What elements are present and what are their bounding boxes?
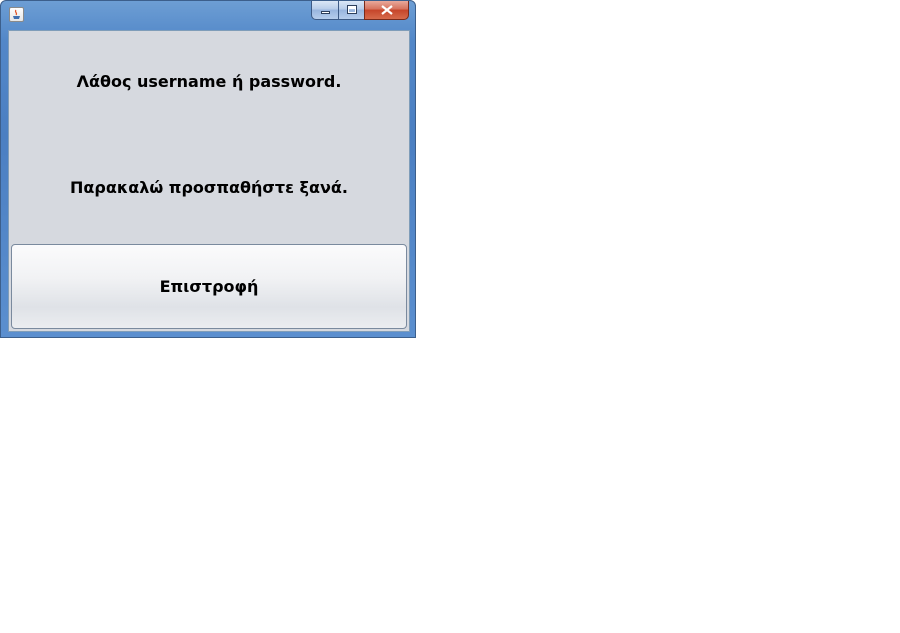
dialog-content: Λάθος username ή password. Παρακαλώ προσ…	[8, 30, 410, 332]
back-button[interactable]: Επιστροφή	[11, 244, 407, 329]
back-button-label: Επιστροφή	[159, 277, 259, 296]
caption-buttons	[311, 1, 409, 20]
minimize-button[interactable]	[311, 1, 338, 20]
java-icon[interactable]	[9, 7, 24, 22]
error-message: Λάθος username ή password.	[76, 72, 342, 91]
close-icon	[381, 5, 393, 15]
maximize-icon	[347, 5, 357, 14]
maximize-button[interactable]	[338, 1, 364, 20]
minimize-icon	[321, 11, 330, 14]
close-button[interactable]	[364, 1, 409, 20]
retry-message: Παρακαλώ προσπαθήστε ξανά.	[70, 178, 348, 197]
title-bar[interactable]	[1, 1, 415, 29]
error-dialog-window: Λάθος username ή password. Παρακαλώ προσ…	[0, 0, 416, 338]
